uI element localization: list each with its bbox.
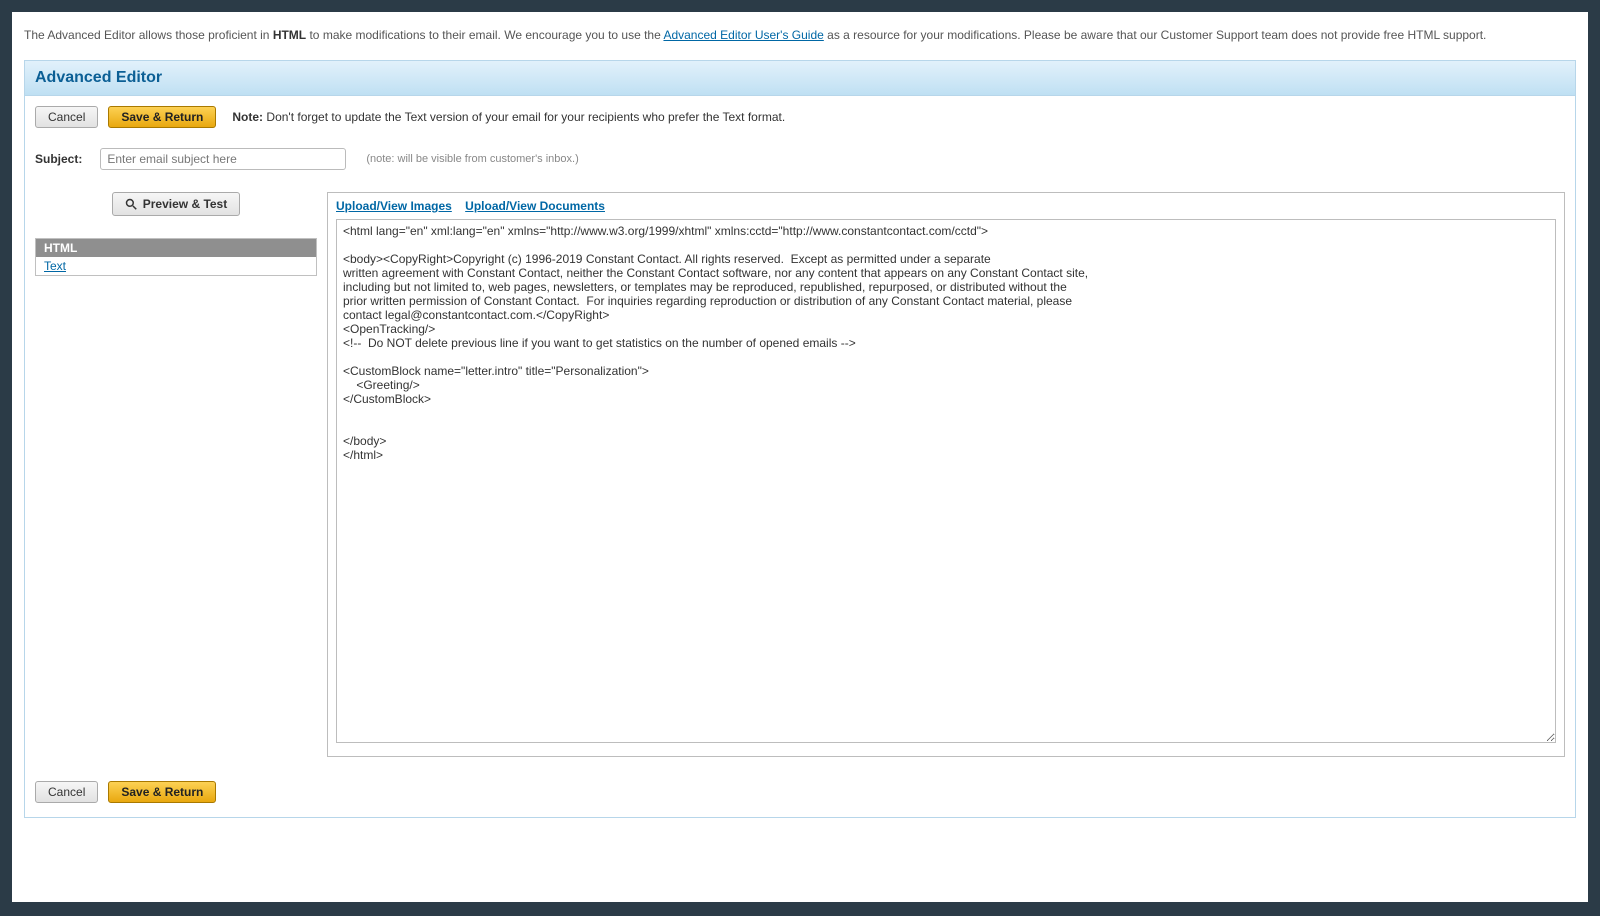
intro-suffix: as a resource for your modifications. Pl… xyxy=(824,28,1487,42)
save-return-button[interactable]: Save & Return xyxy=(108,106,216,128)
editor-panel: Advanced Editor Cancel Save & Return Not… xyxy=(24,60,1576,818)
note-text: Don't forget to update the Text version … xyxy=(263,110,785,124)
intro-mid: to make modifications to their email. We… xyxy=(306,28,663,42)
intro-guide-link[interactable]: Advanced Editor User's Guide xyxy=(663,28,823,42)
subject-input[interactable] xyxy=(100,148,346,170)
tab-text-link[interactable]: Text xyxy=(44,259,66,273)
top-button-row: Cancel Save & Return Note: Don't forget … xyxy=(35,106,1565,128)
left-column: Preview & Test HTML Text xyxy=(35,192,317,276)
intro-bold-html: HTML xyxy=(273,28,306,42)
main-area: Preview & Test HTML Text Upload/View Ima… xyxy=(35,192,1565,757)
format-tabs: HTML Text xyxy=(35,238,317,276)
panel-title: Advanced Editor xyxy=(35,69,1565,87)
subject-label: Subject: xyxy=(35,152,82,166)
intro-text: The Advanced Editor allows those profici… xyxy=(24,28,1576,42)
note-label: Note: xyxy=(232,110,263,124)
cancel-button-bottom[interactable]: Cancel xyxy=(35,781,98,803)
subject-hint: (note: will be visible from customer's i… xyxy=(366,153,578,165)
upload-links: Upload/View Images Upload/View Documents xyxy=(336,199,1556,213)
panel-body: Cancel Save & Return Note: Don't forget … xyxy=(25,96,1575,817)
tab-html[interactable]: HTML xyxy=(36,239,316,257)
upload-images-link[interactable]: Upload/View Images xyxy=(336,199,452,213)
cancel-button[interactable]: Cancel xyxy=(35,106,98,128)
panel-header: Advanced Editor xyxy=(25,61,1575,96)
preview-test-label: Preview & Test xyxy=(143,197,227,211)
tab-text[interactable]: Text xyxy=(36,257,316,275)
subject-row: Subject: (note: will be visible from cus… xyxy=(35,148,1565,170)
app-window: The Advanced Editor allows those profici… xyxy=(12,12,1588,902)
html-code-textarea[interactable] xyxy=(336,219,1556,743)
search-icon xyxy=(125,198,137,210)
save-return-button-bottom[interactable]: Save & Return xyxy=(108,781,216,803)
intro-prefix: The Advanced Editor allows those profici… xyxy=(24,28,273,42)
upload-docs-link[interactable]: Upload/View Documents xyxy=(465,199,605,213)
note-line: Note: Don't forget to update the Text ve… xyxy=(232,110,785,124)
preview-test-button[interactable]: Preview & Test xyxy=(112,192,240,216)
preview-wrap: Preview & Test xyxy=(35,192,317,216)
editor-area: Upload/View Images Upload/View Documents xyxy=(327,192,1565,757)
bottom-button-row: Cancel Save & Return xyxy=(35,781,1565,803)
